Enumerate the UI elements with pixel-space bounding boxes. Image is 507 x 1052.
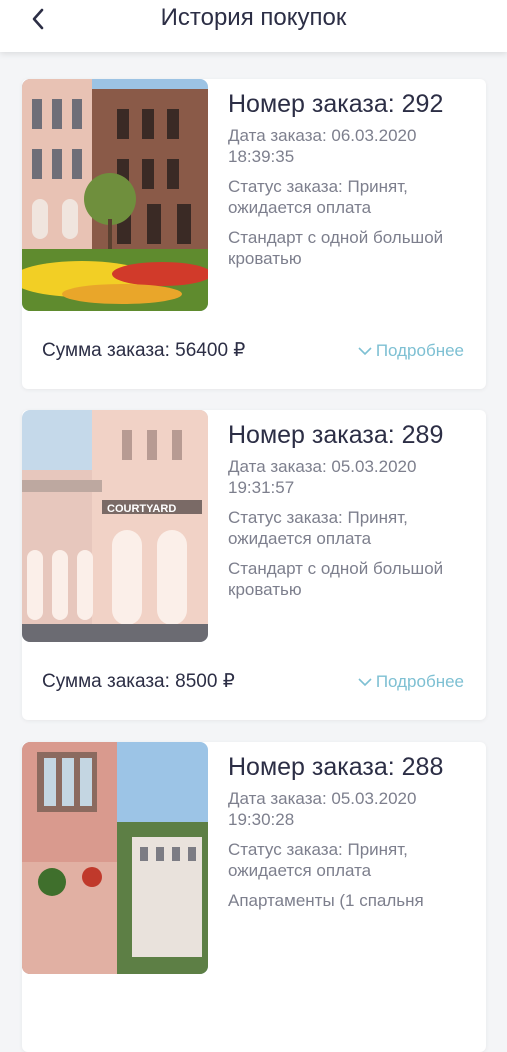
order-number: Номер заказа: 292 (228, 90, 444, 118)
courtyard-sign: COURTYARD (107, 503, 176, 515)
order-info: Номер заказа: 292 Дата заказа: 06.03.202… (228, 89, 478, 278)
chevron-down-icon (358, 678, 372, 687)
order-sum: Сумма заказа: 56400 ₽ (42, 340, 246, 361)
details-link[interactable]: Подробнее (358, 341, 464, 361)
order-date: Дата заказа: 05.03.2020 19:31:57 (228, 457, 417, 497)
order-number: Номер заказа: 288 (228, 753, 444, 781)
order-card[interactable]: Номер заказа: 292 Дата заказа: 06.03.202… (22, 79, 486, 389)
details-link[interactable]: Подробнее (358, 672, 464, 692)
app-header: История покупок (0, 0, 507, 52)
page-title: История покупок (160, 4, 347, 31)
room-type: Стандарт с одной большой кроватью (228, 228, 444, 268)
order-info: Номер заказа: 289 Дата заказа: 05.03.202… (228, 420, 478, 609)
order-card[interactable]: Номер заказа: 288 Дата заказа: 05.03.202… (22, 742, 486, 1052)
order-status: Статус заказа: Принят, ожидается оплата (228, 508, 408, 548)
details-label: Подробнее (375, 341, 464, 360)
order-info: Номер заказа: 288 Дата заказа: 05.03.202… (228, 752, 478, 920)
hotel-photo (22, 79, 208, 311)
hotel-photo (22, 742, 208, 974)
details-label: Подробнее (375, 672, 464, 691)
order-date: Дата заказа: 05.03.2020 19:30:28 (228, 789, 417, 829)
order-status: Статус заказа: Принят, ожидается оплата (228, 177, 408, 217)
chevron-down-icon (358, 347, 372, 356)
order-number: Номер заказа: 289 (228, 421, 444, 449)
room-type: Апартаменты (1 спальня (228, 891, 424, 910)
order-status: Статус заказа: Принят, ожидается оплата (228, 840, 408, 880)
room-type: Стандарт с одной большой кроватью (228, 559, 444, 599)
order-sum: Сумма заказа: 8500 ₽ (42, 671, 235, 692)
hotel-photo: COURTYARD (22, 410, 208, 642)
order-date: Дата заказа: 06.03.2020 18:39:35 (228, 126, 417, 166)
order-card[interactable]: COURTYARD Номер заказа: 289 Дата заказа:… (22, 410, 486, 720)
